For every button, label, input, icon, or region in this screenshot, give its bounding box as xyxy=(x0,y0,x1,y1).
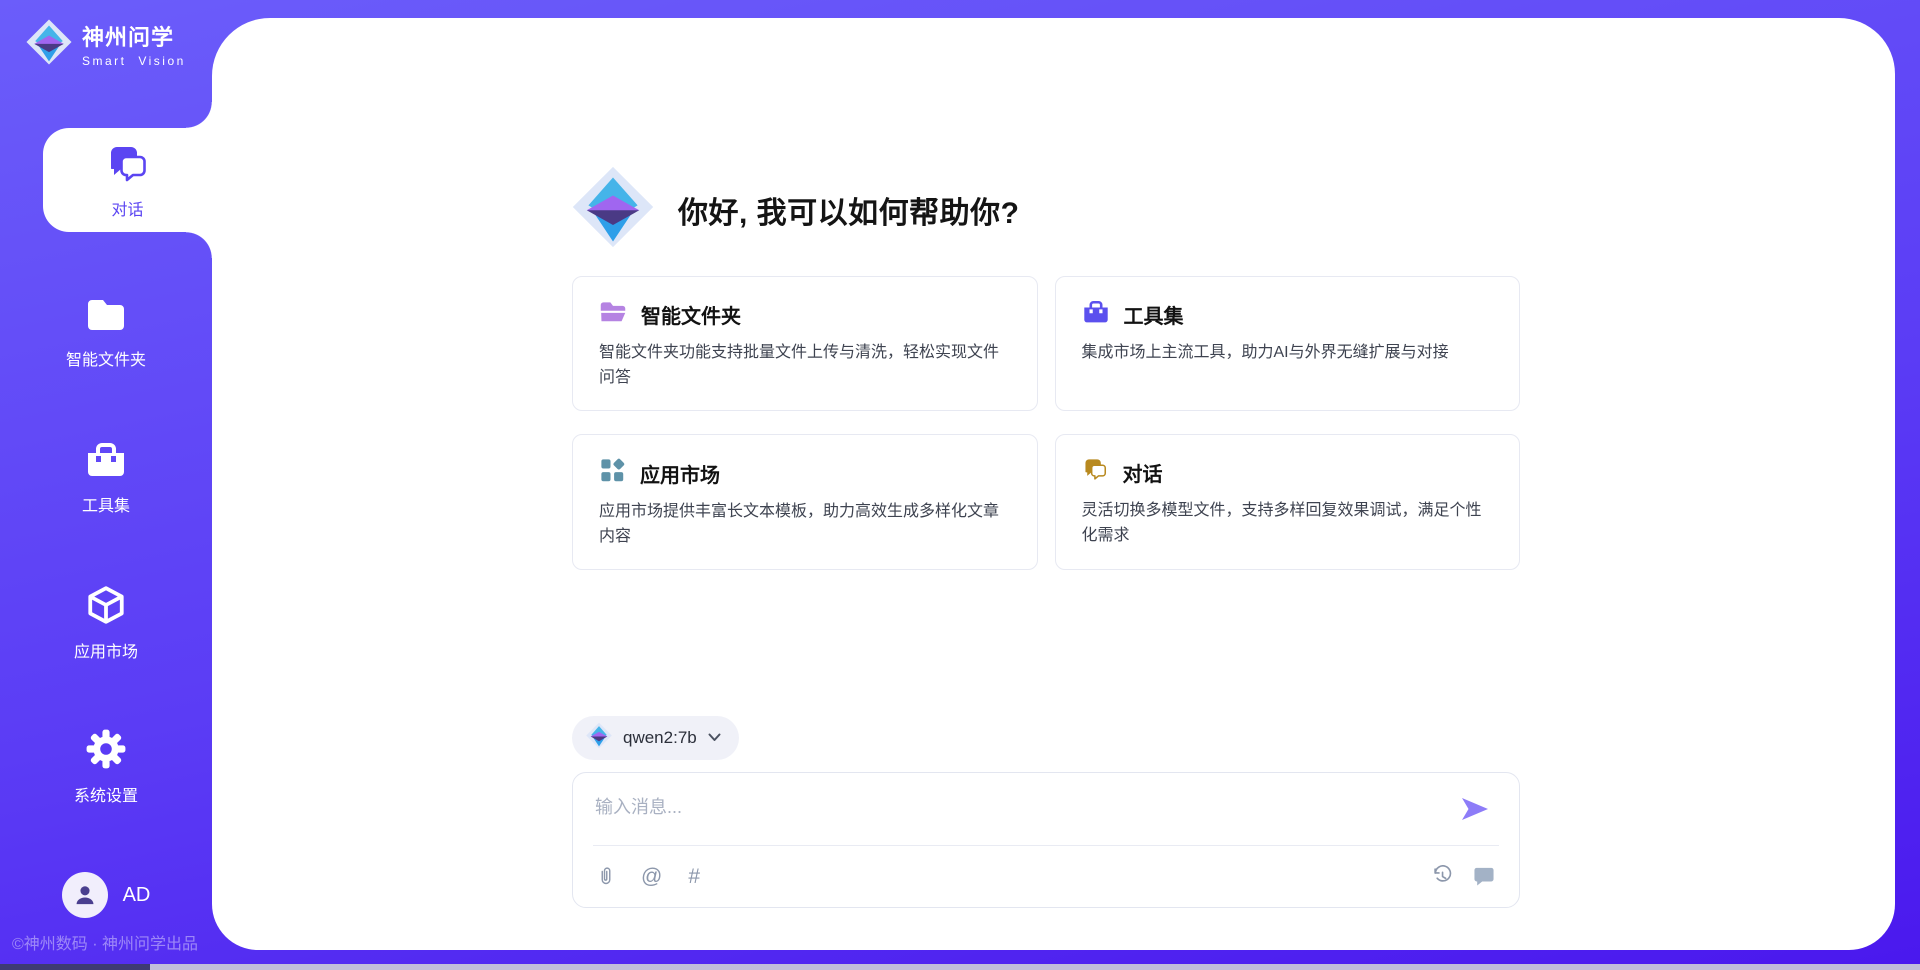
sidebar-item-chat[interactable]: 对话 xyxy=(43,128,212,232)
brand-subtitle: Smart Vision xyxy=(82,54,186,68)
message-input-box: @ # xyxy=(572,772,1520,908)
card-description: 智能文件夹功能支持批量文件上传与清洗，轻松实现文件问答 xyxy=(599,340,1011,390)
avatar xyxy=(62,872,108,918)
card-description: 灵活切换多模型文件，支持多样回复效果调试，满足个性化需求 xyxy=(1082,498,1494,548)
chat-bubble-icon[interactable] xyxy=(1473,866,1495,886)
sidebar: 神州问学 Smart Vision 对话 智能文件夹 xyxy=(0,0,212,970)
assistant-logo-icon xyxy=(572,165,654,254)
briefcase-icon xyxy=(1082,299,1110,330)
user-name: AD xyxy=(123,884,151,907)
history-icon[interactable] xyxy=(1431,865,1453,887)
model-logo-icon xyxy=(586,722,612,754)
card-description: 应用市场提供丰富长文本模板，助力高效生成多样化文章内容 xyxy=(599,499,1011,549)
model-name: qwen2:7b xyxy=(623,728,697,748)
card-description: 集成市场上主流工具，助力AI与外界无缝扩展与对接 xyxy=(1082,340,1494,365)
window-bottom-edge xyxy=(0,964,1920,970)
main-panel: 你好, 我可以如何帮助你? 智能文件夹 智能文件夹功能支持批量文件上 xyxy=(212,18,1895,950)
message-input[interactable] xyxy=(573,773,1519,843)
brand: 神州问学 Smart Vision xyxy=(26,18,212,71)
brand-logo-icon xyxy=(26,18,72,71)
cube-icon xyxy=(85,584,127,631)
folder-icon xyxy=(85,296,127,339)
card-app-market[interactable]: 应用市场 应用市场提供丰富长文本模板，助力高效生成多样化文章内容 xyxy=(572,434,1038,570)
greeting: 你好, 我可以如何帮助你? xyxy=(572,165,1020,254)
card-title: 应用市场 xyxy=(640,459,720,488)
send-icon[interactable] xyxy=(1459,795,1491,823)
sidebar-item-label: 应用市场 xyxy=(0,638,212,662)
card-smart-folders[interactable]: 智能文件夹 智能文件夹功能支持批量文件上传与清洗，轻松实现文件问答 xyxy=(572,276,1038,411)
sidebar-item-label: 工具集 xyxy=(0,492,212,516)
hash-icon[interactable]: # xyxy=(688,866,700,887)
card-title: 智能文件夹 xyxy=(641,300,741,329)
user-profile[interactable]: AD xyxy=(0,872,212,918)
chevron-down-icon xyxy=(708,729,721,747)
card-title: 对话 xyxy=(1123,458,1163,487)
sidebar-item-label: 系统设置 xyxy=(0,782,212,806)
card-title: 工具集 xyxy=(1124,300,1184,329)
apps-icon xyxy=(599,457,626,489)
sidebar-footer: ©神州数码 · 神州问学出品 xyxy=(12,930,198,954)
folder-open-icon xyxy=(599,299,627,330)
sidebar-item-label: 对话 xyxy=(43,196,212,220)
paperclip-icon[interactable] xyxy=(597,864,615,888)
sidebar-item-folders[interactable]: 智能文件夹 xyxy=(0,296,212,370)
model-selector[interactable]: qwen2:7b xyxy=(572,716,739,760)
feature-cards: 智能文件夹 智能文件夹功能支持批量文件上传与清洗，轻松实现文件问答 工具集 xyxy=(572,276,1520,570)
toolbox-icon xyxy=(85,440,127,485)
input-toolbar: @ # xyxy=(573,845,1519,907)
chat-icon xyxy=(1082,457,1109,488)
greeting-title: 你好, 我可以如何帮助你? xyxy=(678,188,1020,232)
card-toolset[interactable]: 工具集 集成市场上主流工具，助力AI与外界无缝扩展与对接 xyxy=(1055,276,1521,411)
mention-icon[interactable]: @ xyxy=(641,866,662,887)
composer: qwen2:7b xyxy=(572,716,1520,908)
sidebar-item-toolset[interactable]: 工具集 xyxy=(0,440,212,516)
gear-icon xyxy=(85,728,127,775)
sidebar-item-appmarket[interactable]: 应用市场 xyxy=(0,584,212,662)
sidebar-item-settings[interactable]: 系统设置 xyxy=(0,728,212,806)
sidebar-item-label: 智能文件夹 xyxy=(0,346,212,370)
brand-name: 神州问学 xyxy=(82,25,174,50)
app-window: 神州问学 Smart Vision 对话 智能文件夹 xyxy=(0,0,1920,970)
card-chat[interactable]: 对话 灵活切换多模型文件，支持多样回复效果调试，满足个性化需求 xyxy=(1055,434,1521,570)
chat-icon xyxy=(105,143,151,192)
